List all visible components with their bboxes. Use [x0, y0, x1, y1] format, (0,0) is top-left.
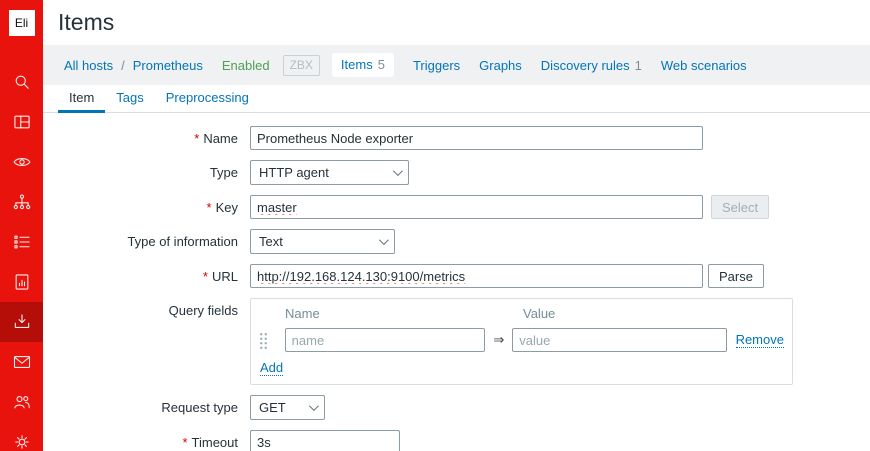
nav-item-items[interactable]: Items 5 — [332, 53, 394, 77]
add-query-field-link[interactable]: Add — [260, 360, 283, 376]
required-marker: * — [182, 435, 187, 450]
url-input[interactable] — [250, 264, 703, 288]
sidebar: Eli — [0, 0, 43, 451]
url-label: *URL — [43, 269, 238, 284]
type-label: Type — [43, 165, 238, 180]
chevron-down-icon — [379, 235, 389, 245]
type-select-value: HTTP agent — [259, 165, 329, 180]
form-row-request-type: Request type GET — [43, 395, 870, 420]
query-fields-add-row: Add — [260, 360, 784, 375]
type-of-information-label: Type of information — [43, 234, 238, 249]
chevron-down-icon — [393, 166, 403, 176]
type-of-information-select-value: Text — [259, 234, 283, 249]
tab-tags[interactable]: Tags — [105, 85, 154, 112]
hierarchy-icon — [12, 192, 32, 212]
envelope-icon — [12, 352, 32, 372]
page-header: Items — [43, 0, 870, 45]
sidebar-item-alerts[interactable] — [0, 342, 43, 382]
form-row-name: *Name — [43, 126, 870, 150]
request-type-select-value: GET — [259, 400, 286, 415]
chevron-down-icon — [309, 401, 319, 411]
main-content: Items All hosts / Prometheus Enabled ZBX I… — [43, 0, 870, 451]
nav-item-discovery-rules[interactable]: Discovery rules 1 — [541, 58, 642, 73]
query-fields-value-column: Value — [523, 306, 555, 321]
tab-item[interactable]: Item — [58, 85, 105, 113]
nav-item-items-count: 5 — [378, 57, 385, 72]
nav-item-discovery-rules-label[interactable]: Discovery rules — [541, 58, 630, 73]
tab-preprocessing[interactable]: Preprocessing — [155, 85, 260, 112]
item-form: *Name Type HTTP agent *Key Select Type o… — [43, 113, 870, 451]
form-row-key: *Key Select — [43, 195, 870, 219]
required-marker: * — [203, 269, 208, 284]
page-title: Items — [58, 9, 870, 36]
timeout-label: *Timeout — [43, 435, 238, 450]
host-navigation-bar: All hosts/Prometheus Enabled ZBX Items5 … — [43, 45, 870, 85]
remove-query-field-link[interactable]: Remove — [736, 332, 784, 348]
breadcrumb-host[interactable]: Prometheus — [133, 58, 203, 73]
host-status: Enabled — [222, 58, 270, 73]
query-fields-header: Name Value — [255, 306, 784, 321]
breadcrumb: All hosts / Prometheus — [64, 58, 203, 73]
sidebar-item-users[interactable] — [0, 382, 43, 422]
request-type-select[interactable]: GET — [250, 395, 325, 420]
sidebar-item-administration[interactable] — [0, 422, 43, 451]
drag-handle-icon[interactable] — [259, 332, 269, 349]
type-select[interactable]: HTTP agent — [250, 160, 409, 185]
form-row-query-fields: Query fields Name Value ⇒ Remove — [43, 298, 870, 385]
users-icon — [12, 392, 32, 412]
query-field-value-input[interactable] — [512, 328, 726, 352]
query-field-name-input[interactable] — [285, 328, 486, 352]
gear-icon — [12, 432, 32, 451]
nav-item-items-label: Items — [341, 57, 373, 72]
name-input[interactable] — [250, 126, 703, 150]
sidebar-item-reports[interactable] — [0, 262, 43, 302]
sidebar-item-dashboards[interactable] — [0, 102, 43, 142]
sidebar-item-data-collection[interactable] — [0, 302, 43, 342]
maps-to-arrow: ⇒ — [493, 332, 504, 348]
key-label: *Key — [43, 200, 238, 215]
sidebar-nav — [0, 62, 43, 451]
type-of-information-select[interactable]: Text — [250, 229, 395, 254]
query-fields-name-column: Name — [285, 306, 523, 321]
nav-item-triggers[interactable]: Triggers — [413, 58, 460, 73]
sidebar-item-search[interactable] — [0, 62, 43, 102]
form-row-type-of-information: Type of information Text — [43, 229, 870, 254]
nav-item-web-scenarios[interactable]: Web scenarios — [661, 58, 747, 73]
list-icon — [12, 232, 32, 252]
select-button[interactable]: Select — [711, 195, 769, 219]
request-type-label: Request type — [43, 400, 238, 415]
dashboards-icon — [12, 112, 32, 132]
interface-badge-zbx: ZBX — [283, 55, 320, 76]
breadcrumb-separator: / — [121, 58, 125, 73]
app-logo[interactable]: Eli — [9, 10, 35, 36]
nav-item-discovery-rules-count: 1 — [635, 58, 642, 73]
parse-button[interactable]: Parse — [708, 264, 764, 288]
key-input[interactable] — [250, 195, 703, 219]
form-row-url: *URL Parse — [43, 264, 870, 288]
query-field-row: ⇒ Remove — [255, 328, 784, 352]
sidebar-item-services[interactable] — [0, 182, 43, 222]
form-row-type: Type HTTP agent — [43, 160, 870, 185]
query-fields-label: Query fields — [43, 298, 238, 318]
search-icon — [12, 72, 32, 92]
timeout-input[interactable] — [250, 430, 400, 451]
eye-icon — [12, 152, 32, 172]
report-chart-icon — [12, 272, 32, 292]
tab-strip: Item Tags Preprocessing — [43, 85, 870, 113]
sidebar-item-inventory[interactable] — [0, 222, 43, 262]
download-icon — [12, 312, 32, 332]
required-marker: * — [207, 200, 212, 215]
nav-item-graphs[interactable]: Graphs — [479, 58, 522, 73]
required-marker: * — [194, 131, 199, 146]
query-fields-box: Name Value ⇒ Remove Add — [250, 298, 793, 385]
breadcrumb-all-hosts[interactable]: All hosts — [64, 58, 113, 73]
form-row-timeout: *Timeout — [43, 430, 870, 451]
name-label: *Name — [43, 131, 238, 146]
sidebar-item-monitoring[interactable] — [0, 142, 43, 182]
